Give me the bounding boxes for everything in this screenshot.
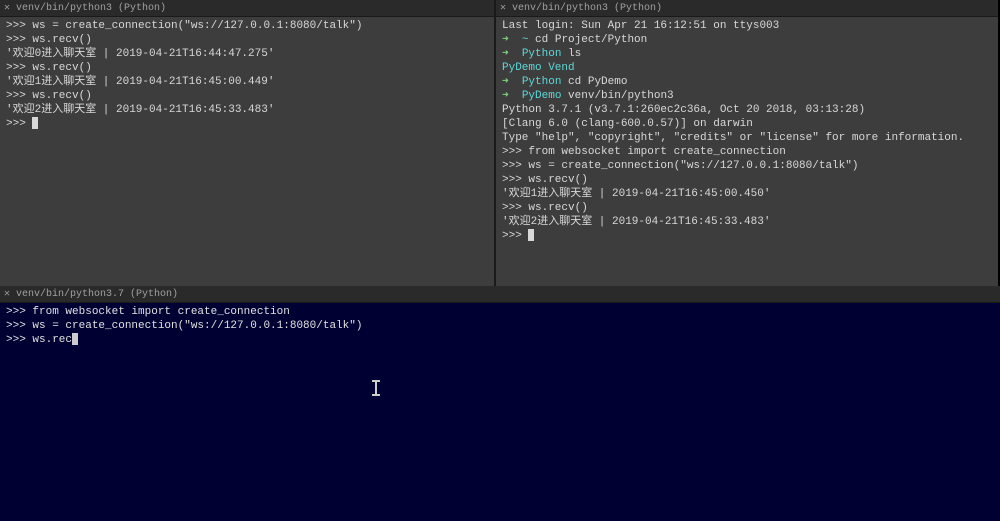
terminal-line: >>> ws = create_connection("ws://127.0.0… [6,19,488,33]
cursor [528,229,534,241]
terminal-line: >>> ws.rec [6,333,994,347]
terminal-line: >>> ws = create_connection("ws://127.0.0… [6,319,994,333]
terminal-line: ➜ PyDemo venv/bin/python3 [502,89,992,103]
terminal-line: >>> ws.recv() [6,61,488,75]
close-icon[interactable]: ✕ [4,288,10,300]
terminal-pane-top-left: ✕ venv/bin/python3 (Python) >>> ws = cre… [0,0,496,286]
tab-title[interactable]: venv/bin/python3.7 (Python) [16,289,178,300]
tabbar: ✕ venv/bin/python3.7 (Python) [0,286,1000,303]
terminal-line: >>> ws.recv() [502,201,992,215]
cursor [32,117,38,129]
close-icon[interactable]: ✕ [4,2,10,14]
terminal-body[interactable]: >>> from websocket import create_connect… [0,303,1000,349]
terminal-line: '欢迎0进入聊天室 | 2019-04-21T16:44:47.275' [6,47,488,61]
terminal-line: >>> ws.recv() [6,89,488,103]
tab-title[interactable]: venv/bin/python3 (Python) [16,3,166,14]
terminal-line: >>> from websocket import create_connect… [502,145,992,159]
terminal-line: >>> ws = create_connection("ws://127.0.0… [502,159,992,173]
tabbar: ✕ venv/bin/python3 (Python) [0,0,494,17]
tab-title[interactable]: venv/bin/python3 (Python) [512,3,662,14]
terminal-line: ➜ ~ cd Project/Python [502,33,992,47]
terminal-line: Python 3.7.1 (v3.7.1:260ec2c36a, Oct 20 … [502,103,992,117]
terminal-line: [Clang 6.0 (clang-600.0.57)] on darwin [502,117,992,131]
tabbar: ✕ venv/bin/python3 (Python) [496,0,998,17]
terminal-body[interactable]: >>> ws = create_connection("ws://127.0.0… [0,17,494,133]
terminal-line: '欢迎1进入聊天室 | 2019-04-21T16:45:00.449' [6,75,488,89]
terminal-line: '欢迎2进入聊天室 | 2019-04-21T16:45:33.483' [6,103,488,117]
terminal-pane-bottom: ✕ venv/bin/python3.7 (Python) >>> from w… [0,286,1000,521]
terminal-line: >>> from websocket import create_connect… [6,305,994,319]
terminal-line: ➜ Python cd PyDemo [502,75,992,89]
terminal-line: >>> [502,229,992,243]
terminal-line: ➜ Python ls [502,47,992,61]
terminal-line: '欢迎2进入聊天室 | 2019-04-21T16:45:33.483' [502,215,992,229]
terminal-line: >>> ws.recv() [502,173,992,187]
close-icon[interactable]: ✕ [500,2,506,14]
terminal-pane-top-right: ✕ venv/bin/python3 (Python) Last login: … [496,0,998,286]
terminal-line: Last login: Sun Apr 21 16:12:51 on ttys0… [502,19,992,33]
cursor [72,333,78,345]
terminal-line: PyDemo Vend [502,61,992,75]
terminal-line: '欢迎1进入聊天室 | 2019-04-21T16:45:00.450' [502,187,992,201]
terminal-line: >>> [6,117,488,131]
terminal-line: Type "help", "copyright", "credits" or "… [502,131,992,145]
terminal-body[interactable]: Last login: Sun Apr 21 16:12:51 on ttys0… [496,17,998,245]
terminal-line: >>> ws.recv() [6,33,488,47]
